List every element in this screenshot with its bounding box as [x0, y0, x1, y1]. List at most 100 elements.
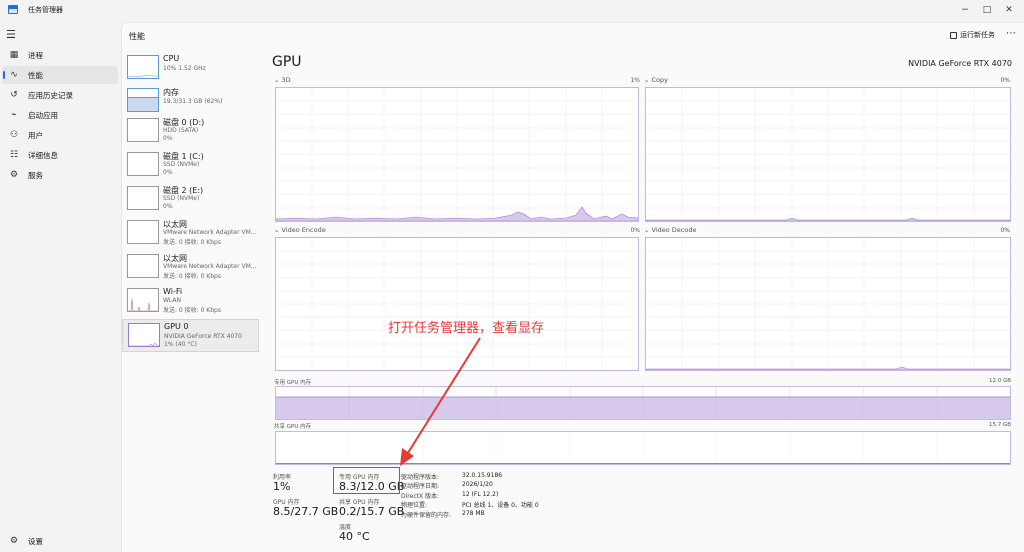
- graph-label-text: 3D: [281, 76, 291, 84]
- more-options-button[interactable]: ⋯: [1006, 28, 1016, 39]
- temperature-value: 40 °C: [339, 530, 370, 543]
- graph-pct-video-encode: 0%: [630, 227, 640, 234]
- nav-item-details[interactable]: ☷ 详细信息: [2, 146, 118, 164]
- device-disk-2[interactable]: 磁盘 2 (E:) SSD (NVMe) 0%: [122, 183, 259, 215]
- graph-pct-copy: 0%: [1000, 77, 1010, 84]
- processes-icon: ▦: [9, 50, 19, 60]
- wifi-thumbnail: [127, 288, 159, 312]
- nav-label: 服务: [28, 170, 43, 180]
- graph-3d: [275, 87, 639, 222]
- disk-thumbnail: [127, 152, 159, 176]
- title-bar: 任务管理器 − □ ✕: [0, 0, 1024, 20]
- ethernet-thumbnail: [127, 220, 159, 244]
- settings-gear-icon: ⚙: [9, 536, 19, 546]
- device-name: 内存: [163, 88, 179, 97]
- hamburger-menu-icon[interactable]: ☰: [6, 28, 16, 41]
- device-detail: 19.3/31.3 GB (62%): [163, 98, 223, 105]
- performance-icon: ∿: [10, 70, 18, 80]
- graph-label-text: Video Decode: [651, 226, 697, 234]
- device-detail: VMware Network Adapter VM...: [163, 263, 257, 270]
- gpu-thumbnail: [128, 323, 160, 347]
- run-task-label: 运行新任务: [960, 31, 995, 39]
- page-title: 性能: [129, 32, 145, 41]
- driver-date-value: 2026/1/20: [462, 481, 493, 488]
- shared-mem-label: 共享 GPU 内存: [274, 424, 312, 430]
- users-icon: ⚇: [9, 130, 19, 140]
- nav-item-startup[interactable]: ⌁ 启动应用: [2, 106, 118, 124]
- nav-label: 启动应用: [28, 110, 58, 120]
- device-usage: 发送: 0 接收: 0 Kbps: [163, 273, 221, 280]
- dedicated-mem-label: 专用 GPU 内存: [274, 380, 312, 386]
- disk-thumbnail: [127, 118, 159, 142]
- graph-copy: [645, 87, 1011, 222]
- graph-pct-3d: 1%: [630, 77, 640, 84]
- device-name: GPU 0: [164, 322, 189, 331]
- reserved-memory-label: 为硬件保留的内存:: [401, 512, 452, 519]
- nav-label: 详细信息: [28, 150, 58, 160]
- shared-mem-max: 15.7 GB: [988, 422, 1011, 428]
- run-task-icon: [950, 31, 957, 39]
- graph-label-3d[interactable]: ⌄ 3D: [274, 76, 291, 84]
- memory-thumbnail: [127, 88, 159, 112]
- graph-video-decode: [645, 237, 1011, 371]
- device-cpu[interactable]: CPU 10% 1.52 GHz: [122, 52, 259, 84]
- nav-item-processes[interactable]: ▦ 进程: [2, 46, 118, 64]
- gpu-sparkline: [129, 342, 159, 346]
- nav-item-settings[interactable]: ⚙ 设置: [2, 532, 118, 550]
- startup-icon: ⌁: [11, 110, 17, 120]
- device-detail: NVIDIA GeForce RTX 4070: [164, 333, 242, 340]
- nav-item-users[interactable]: ⚇ 用户: [2, 126, 118, 144]
- graph-3d-plot: [276, 88, 638, 221]
- device-detail: VMware Network Adapter VM...: [163, 229, 257, 236]
- device-usage: 发送: 0 接收: 0 Kbps: [163, 307, 221, 314]
- physical-location-value: PCI 总线 1、设备 0、功能 0: [462, 502, 539, 509]
- device-memory[interactable]: 内存 19.3/31.3 GB (62%): [122, 85, 259, 117]
- nav-label: 进程: [28, 50, 43, 60]
- graph-label-video-encode[interactable]: ⌄ Video Encode: [274, 226, 326, 234]
- nav-item-services[interactable]: ⚙ 服务: [2, 166, 118, 184]
- nav-item-performance[interactable]: ∿ 性能: [2, 66, 118, 84]
- history-icon: ↺: [10, 90, 18, 100]
- reserved-memory-value: 278 MB: [462, 510, 485, 517]
- device-ethernet-2[interactable]: 以太网 VMware Network Adapter VM... 发送: 0 接…: [122, 251, 259, 283]
- device-gpu-0[interactable]: GPU 0 NVIDIA GeForce RTX 4070 1% (40 °C): [122, 319, 259, 352]
- device-name: Wi-Fi: [163, 287, 183, 296]
- device-disk-1[interactable]: 磁盘 1 (C:) SSD (NVMe) 0%: [122, 149, 259, 181]
- nav-label: 用户: [28, 130, 43, 140]
- graph-label-text: Copy: [651, 76, 669, 84]
- gpu-mem-stat-value: 8.5/27.7 GB: [273, 505, 339, 518]
- graph-pct-video-decode: 0%: [1000, 227, 1010, 234]
- device-detail: HDD (SATA): [163, 127, 199, 134]
- driver-version-label: 驱动程序版本:: [401, 474, 440, 481]
- device-usage: 0%: [163, 135, 173, 142]
- shared-mem-stat-value: 0.2/15.7 GB: [339, 505, 405, 518]
- dedicated-memory-highlight-box: [333, 467, 400, 494]
- driver-version-value: 32.0.15.9186: [462, 472, 503, 479]
- graph-label-copy[interactable]: ⌄ Copy: [644, 76, 668, 84]
- annotation-text: 打开任务管理器，查看显存: [388, 321, 545, 336]
- utilization-value: 1%: [273, 480, 291, 493]
- graph-copy-plot: [646, 88, 1010, 221]
- cpu-thumbnail: [127, 55, 159, 79]
- nav-item-app-history[interactable]: ↺ 应用历史记录: [2, 86, 118, 104]
- device-ethernet-1[interactable]: 以太网 VMware Network Adapter VM... 发送: 0 接…: [122, 217, 259, 249]
- device-wifi[interactable]: Wi-Fi WLAN 发送: 0 接收: 0 Kbps: [122, 285, 259, 317]
- graph-video-decode-plot: [646, 238, 1010, 370]
- driver-date-label: 驱动程序日期:: [401, 483, 440, 490]
- graph-label-video-decode[interactable]: ⌄ Video Decode: [644, 226, 696, 234]
- cpu-sparkline: [128, 74, 158, 78]
- close-button[interactable]: ✕: [994, 2, 1024, 18]
- gpu-heading: GPU: [272, 54, 302, 70]
- device-detail: SSD (NVMe): [163, 161, 200, 168]
- directx-version-value: 12 (FL 12.2): [462, 491, 499, 498]
- services-icon: ⚙: [9, 170, 19, 180]
- run-new-task-button[interactable]: 运行新任务: [950, 30, 995, 40]
- device-usage: 发送: 0 接收: 0 Kbps: [163, 239, 221, 246]
- device-disk-0[interactable]: 磁盘 0 (D:) HDD (SATA) 0%: [122, 115, 259, 147]
- graph-label-text: Video Encode: [281, 226, 326, 234]
- wifi-sparkline: [128, 298, 158, 311]
- details-icon: ☷: [9, 150, 19, 160]
- nav-label: 设置: [28, 536, 43, 546]
- nav-label: 性能: [28, 70, 43, 80]
- physical-location-label: 物理位置:: [401, 502, 428, 509]
